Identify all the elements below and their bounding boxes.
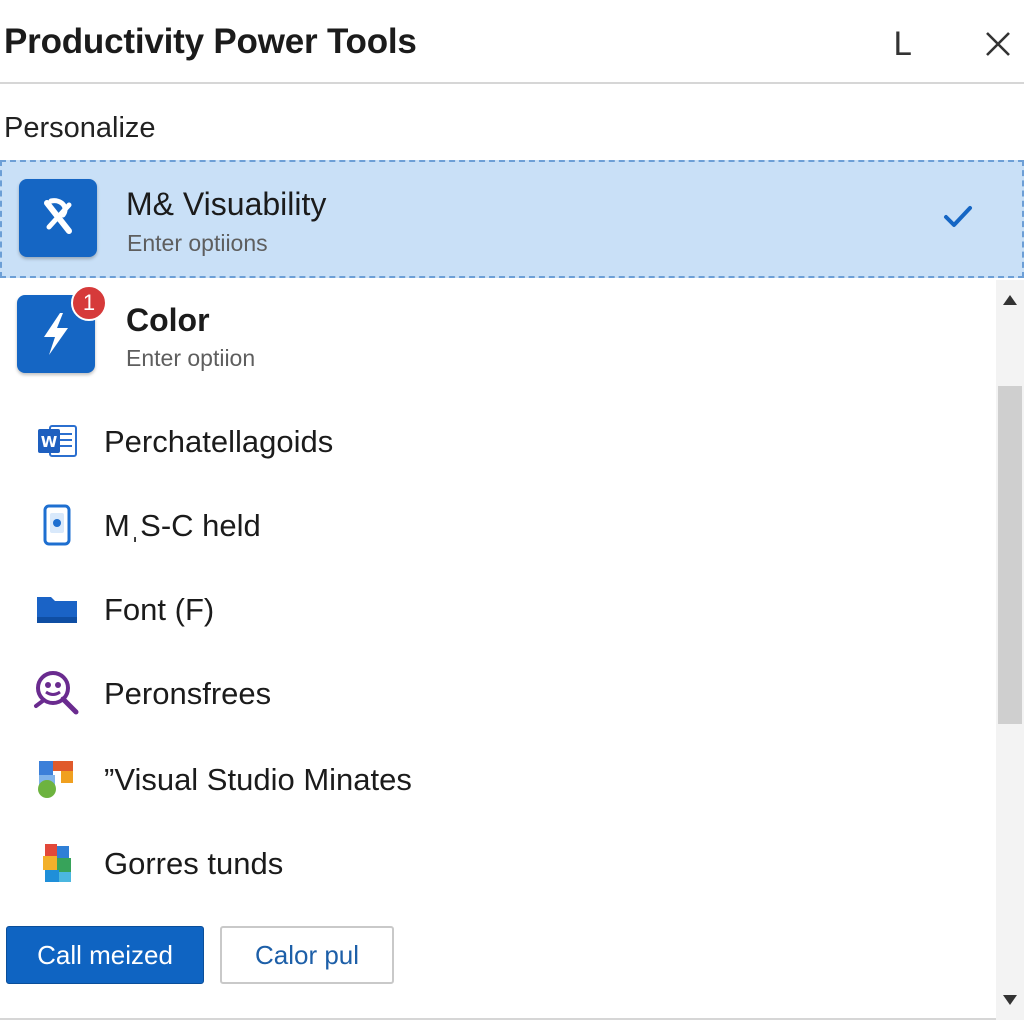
list-item-label: Font (F) — [104, 592, 215, 627]
scroll-up-button[interactable] — [996, 286, 1024, 314]
featured-item-visuability[interactable]: M& Visuability Enter optiions — [0, 160, 1024, 278]
close-button[interactable] — [976, 22, 1020, 66]
notification-badge: 1 — [71, 285, 107, 321]
phone-icon — [32, 500, 82, 550]
color-blocks-icon — [32, 754, 82, 804]
window-title: Productivity Power Tools — [4, 22, 417, 61]
featured-item-color[interactable]: Color Enter optiion — [0, 280, 994, 390]
list-item[interactable]: W Perchatellagoids — [0, 406, 994, 476]
item-title: Color — [126, 302, 210, 338]
scroll-thumb[interactable] — [998, 386, 1022, 724]
list-item[interactable]: Font (F) — [0, 574, 994, 644]
call-meized-button[interactable]: Call meized — [6, 926, 204, 984]
vertical-scrollbar[interactable] — [996, 280, 1024, 1020]
minimize-button[interactable]: L — [880, 22, 924, 66]
svg-text:W: W — [41, 433, 58, 451]
magnifier-person-icon — [32, 668, 82, 718]
list-item-label: Perchatellagoids — [104, 424, 334, 459]
list-item-label: Peronsfrees — [104, 676, 272, 711]
list-item-label: ”Visual Studio Minates — [104, 762, 412, 797]
list-item-label: MˌS-C held — [104, 508, 261, 543]
item-subtitle: Enter optiion — [126, 345, 256, 371]
word-doc-icon: W — [32, 416, 82, 466]
checkmark-icon — [944, 206, 972, 227]
folder-icon — [32, 584, 82, 634]
title-bar: Productivity Power Tools L — [0, 0, 1024, 84]
item-title: M& Visuability — [126, 186, 327, 222]
list-item[interactable]: Peronsfrees — [0, 658, 994, 728]
minimize-glyph: L — [893, 25, 911, 63]
divider — [0, 1018, 996, 1020]
list-item[interactable]: Gorres tunds — [0, 828, 994, 898]
list-item[interactable]: ”Visual Studio Minates — [0, 744, 994, 814]
item-subtitle: Enter optiions — [127, 230, 268, 256]
list-item-label: Gorres tunds — [104, 846, 284, 881]
scroll-down-button[interactable] — [996, 986, 1024, 1014]
tools-icon — [19, 179, 97, 257]
calor-pul-button[interactable]: Calor pul — [220, 926, 394, 984]
triangle-down-icon — [1003, 995, 1017, 1005]
close-icon — [986, 32, 1010, 56]
section-title: Personalize — [4, 112, 156, 144]
triangle-up-icon — [1003, 295, 1017, 305]
list-item[interactable]: MˌS-C held — [0, 490, 994, 560]
cube-icon — [32, 838, 82, 888]
